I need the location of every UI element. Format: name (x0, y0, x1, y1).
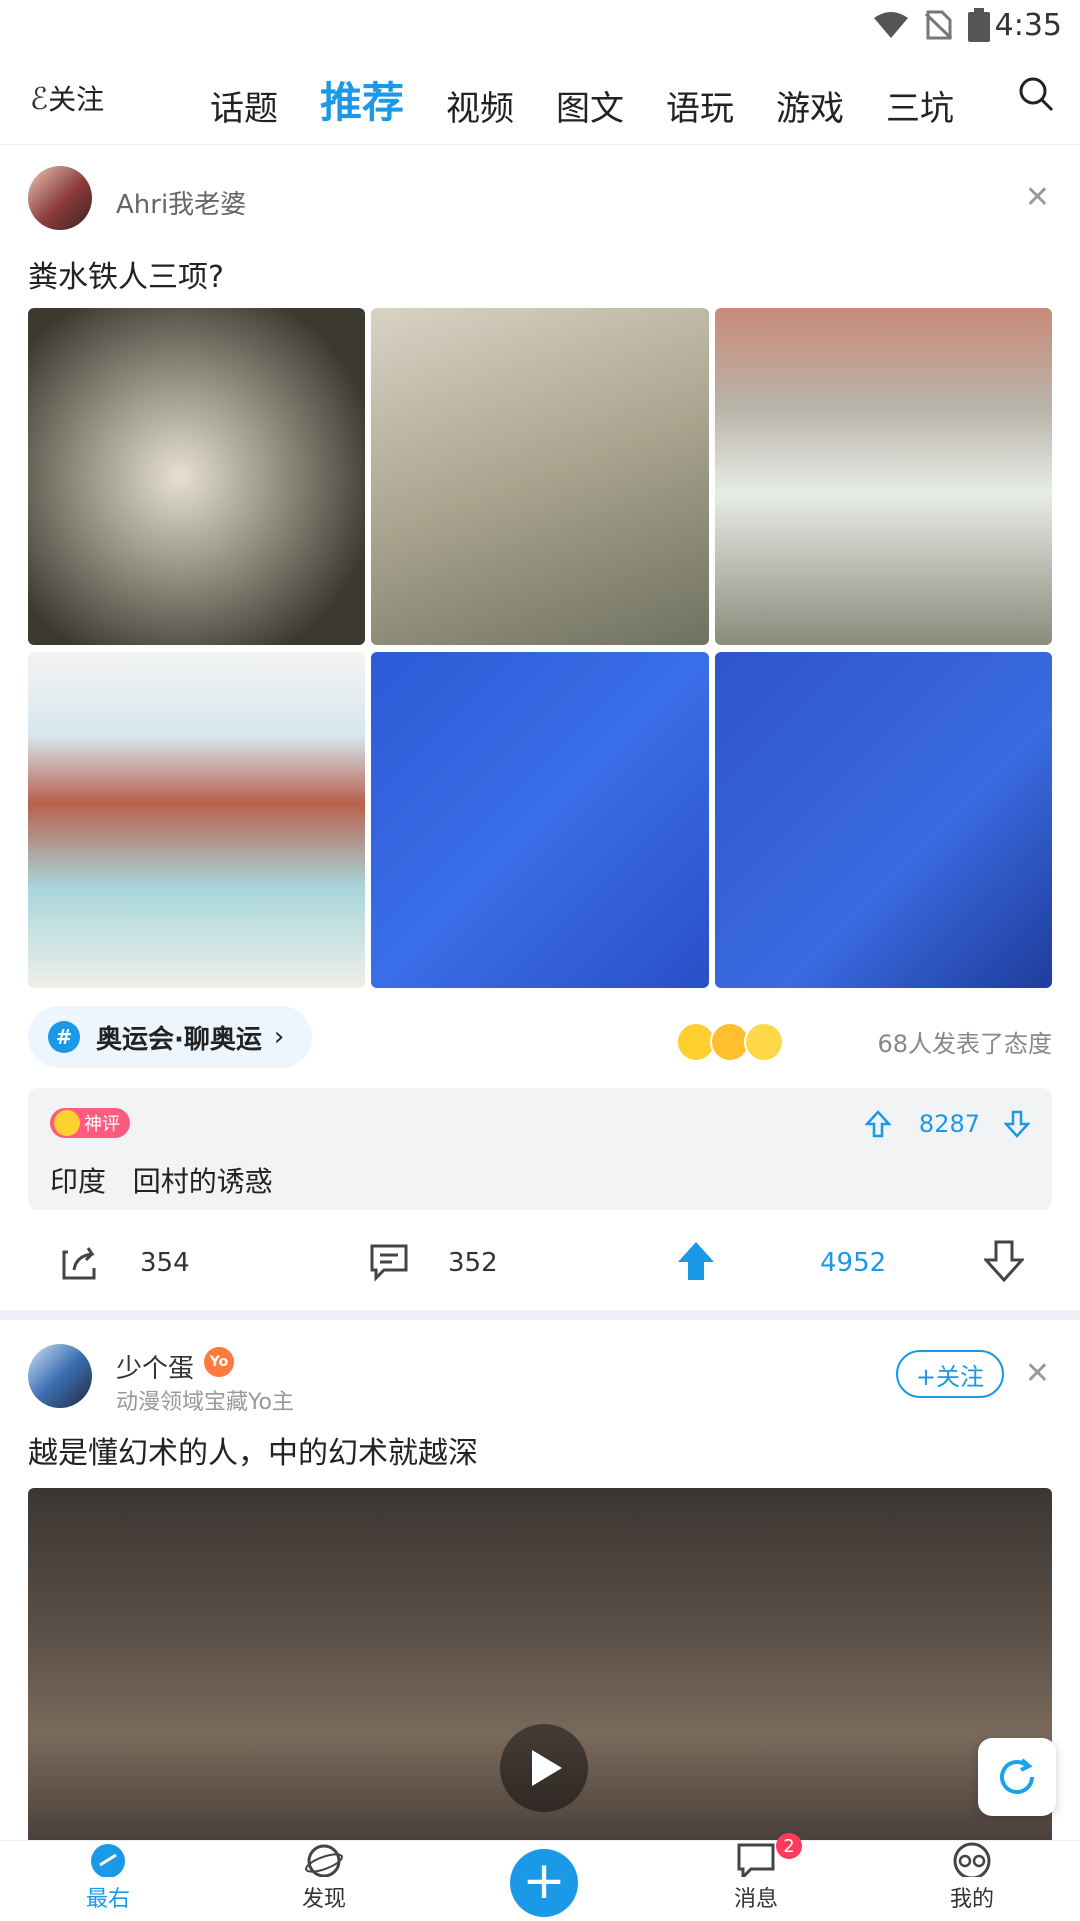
post-image[interactable] (28, 308, 365, 645)
planet-icon (305, 1844, 343, 1877)
video-thumbnail[interactable] (28, 1488, 1052, 1840)
play-icon (532, 1750, 562, 1786)
bottom-tab-home[interactable]: 最右 (0, 1841, 216, 1921)
glasses-face-icon (953, 1842, 991, 1877)
topic-tag[interactable]: # 奥运会·聊奥运 › (28, 1006, 313, 1068)
close-icon[interactable]: ✕ (1025, 180, 1050, 215)
wifi-icon (874, 12, 908, 38)
create-post-button[interactable]: + (510, 1849, 578, 1917)
bottom-tab-me[interactable]: 我的 (864, 1841, 1080, 1921)
god-comment-badge: 神评 (50, 1108, 130, 1138)
post-image[interactable] (715, 308, 1052, 645)
post-image[interactable] (371, 652, 709, 988)
avatar[interactable] (28, 166, 92, 230)
unread-badge: 2 (776, 1833, 802, 1859)
play-button[interactable] (500, 1724, 588, 1812)
comment-votes: 8287 (864, 1110, 1030, 1138)
post-author[interactable]: Ahri我老婆 (116, 184, 246, 221)
comment-icon[interactable] (368, 1242, 410, 1282)
share-icon[interactable] (60, 1242, 100, 1282)
post-divider (0, 1310, 1080, 1320)
tab-games[interactable]: 游戏 (776, 81, 844, 130)
author-subtitle: 动漫领域宝藏Yo主 (116, 1390, 294, 1415)
follow-button[interactable]: +关注 (895, 1350, 1004, 1398)
downvote-icon[interactable] (984, 1240, 1024, 1282)
avatar[interactable] (28, 1344, 92, 1408)
refresh-icon (1000, 1758, 1034, 1794)
tab-follow[interactable]: ℰ关注 (30, 78, 104, 118)
clock: 4:35 (994, 8, 1062, 43)
home-rocket-icon (91, 1844, 125, 1877)
no-sim-icon (924, 10, 952, 40)
post-image[interactable] (371, 308, 709, 645)
comment-count: 352 (448, 1248, 498, 1278)
tab-voice-play[interactable]: 语玩 (666, 81, 734, 130)
tab-topics[interactable]: 话题 (210, 81, 278, 130)
topic-label: 奥运会·聊奥运 (96, 1024, 262, 1055)
comment-vote-count: 8287 (918, 1110, 980, 1138)
tab-sankeng[interactable]: 三坑 (886, 81, 954, 130)
post-title[interactable]: 粪水铁人三项? (28, 252, 224, 296)
close-icon[interactable]: ✕ (1025, 1356, 1050, 1391)
category-tabs: 话题 推荐 视频 图文 语玩 游戏 三坑 (210, 66, 996, 130)
chevron-right-icon: › (273, 1022, 285, 1052)
search-icon[interactable] (1018, 76, 1054, 112)
tab-image-text[interactable]: 图文 (556, 81, 624, 130)
upvote-filled-icon[interactable] (676, 1240, 716, 1282)
tab-video[interactable]: 视频 (446, 81, 514, 130)
badge-label: 神评 (84, 1114, 120, 1135)
post-title[interactable]: 越是懂幻术的人，中的幻术就越深 (28, 1428, 478, 1472)
bottom-tab-label: 发现 (301, 1887, 346, 1912)
comment-text: 印度 回村的诱惑 (50, 1165, 273, 1198)
bottom-tab-messages[interactable]: 消息 2 (648, 1833, 864, 1921)
upvote-count: 4952 (820, 1248, 887, 1278)
refresh-button[interactable] (978, 1738, 1056, 1816)
post-image[interactable] (715, 652, 1052, 988)
follow-icon: ℰ (30, 82, 49, 117)
post-author[interactable]: 少个蛋 (116, 1348, 194, 1385)
reaction-count[interactable]: 68人发表了态度 (877, 1024, 1052, 1059)
top-comment[interactable]: 神评 8287 印度 回村的诱惑 (28, 1088, 1052, 1210)
downvote-icon[interactable] (1004, 1110, 1030, 1138)
tab-recommended[interactable]: 推荐 (320, 69, 404, 130)
battery-icon (968, 8, 990, 42)
smile-icon (54, 1110, 80, 1136)
post-image[interactable] (28, 652, 365, 988)
top-nav: ℰ关注 话题 推荐 视频 图文 语玩 游戏 三坑 (0, 52, 1080, 145)
bottom-tab-label: 消息 (733, 1887, 778, 1912)
bottom-tab-label: 我的 (949, 1887, 994, 1912)
hash-icon: # (48, 1021, 80, 1053)
follow-label: 关注 (48, 83, 105, 116)
bottom-tab-discover[interactable]: 发现 (216, 1841, 432, 1921)
post-actions: 354 352 4952 (0, 1232, 1080, 1292)
bottom-nav: 最右 发现 + 消息 2 我的 (0, 1833, 1080, 1921)
share-count: 354 (140, 1248, 190, 1278)
upvote-icon[interactable] (864, 1110, 891, 1138)
yo-badge-icon: Yo (204, 1347, 234, 1377)
message-icon (737, 1843, 775, 1877)
emoji-crazy-icon (744, 1022, 784, 1062)
bottom-tab-label: 最右 (85, 1887, 130, 1912)
status-bar: 4:35 (0, 0, 1080, 52)
reaction-emojis (676, 1022, 784, 1062)
